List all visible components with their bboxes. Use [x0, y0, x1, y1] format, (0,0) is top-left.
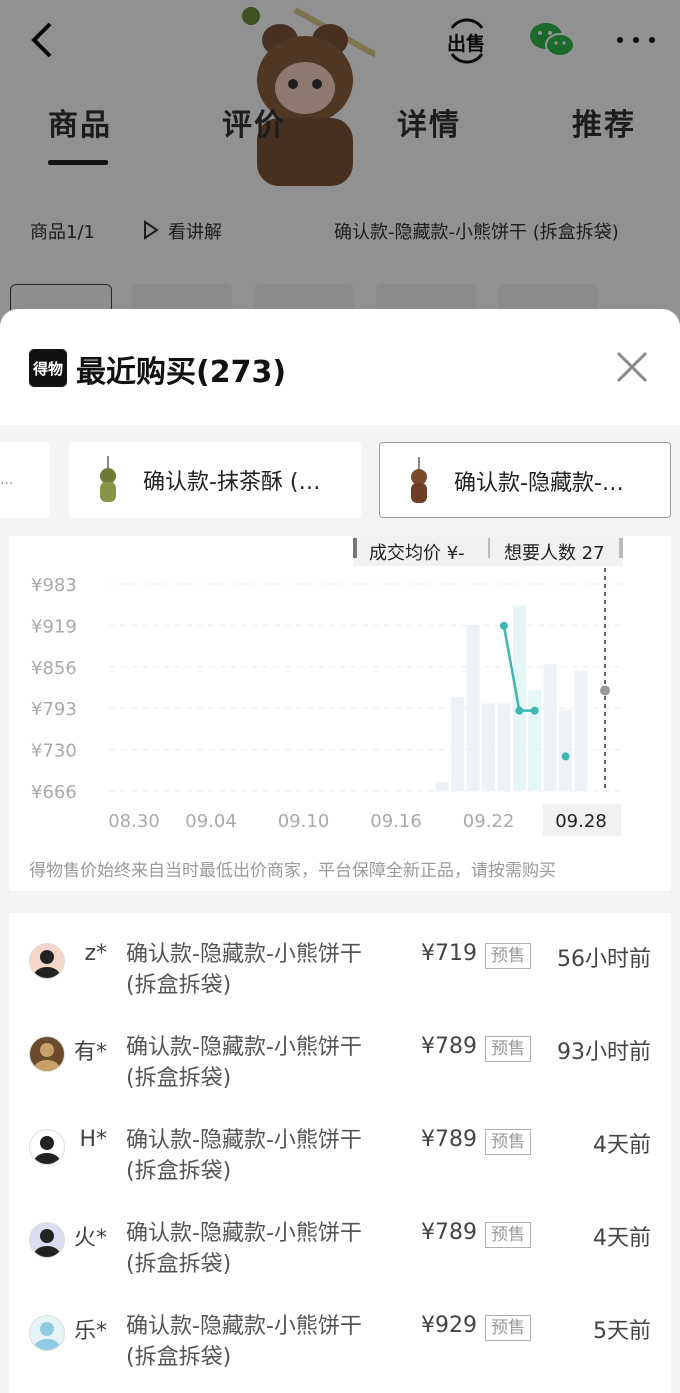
variant-card-selected[interactable]: 确认款-隐藏款-… — [379, 442, 671, 518]
price-point — [561, 752, 570, 761]
record-price: ¥789 — [421, 1034, 477, 1059]
y-tick-label: ¥856 — [31, 658, 77, 679]
close-icon[interactable] — [612, 347, 652, 387]
purchase-record-row: 火* 确认款-隐藏款-小熊饼干 (拆盒拆袋) ¥789 预售 4天前 — [9, 1214, 671, 1304]
record-product: 确认款-隐藏款-小熊饼干 (拆盒拆袋) — [126, 1314, 362, 1370]
record-price: ¥719 — [421, 941, 477, 966]
matcha-toy-thumbnail — [100, 456, 116, 502]
variant-label: 确认款-抹茶酥 (… — [143, 470, 321, 495]
record-time: 4天前 — [593, 1133, 651, 1158]
record-price: ¥789 — [421, 1127, 477, 1152]
x-tick-label: 09.28 — [555, 811, 607, 832]
presale-badge: 预售 — [485, 1315, 531, 1341]
avatar-image — [34, 950, 60, 978]
volume-bar — [528, 690, 542, 791]
purchase-record-row: 有* 确认款-隐藏款-小熊饼干 (拆盒拆袋) ¥789 预售 93小时前 — [9, 1028, 671, 1118]
volume-bar — [543, 664, 557, 791]
purchase-record-row: 乐* 确认款-隐藏款-小熊饼干 (拆盒拆袋) ¥929 预售 5天前 — [9, 1307, 671, 1393]
record-product: 确认款-隐藏款-小熊饼干 (拆盒拆袋) — [126, 1128, 362, 1184]
avatar-image — [34, 1322, 60, 1350]
bear-toy-thumbnail — [411, 457, 427, 503]
avatar-image — [34, 1136, 60, 1164]
record-price: ¥789 — [421, 1220, 477, 1245]
price-point — [530, 706, 539, 715]
y-tick-label: ¥793 — [31, 699, 77, 720]
variant-card[interactable]: 确认款-抹茶酥 (… — [69, 442, 361, 518]
purchase-record-row: z* 确认款-隐藏款-小熊饼干 (拆盒拆袋) ¥719 预售 56小时前 — [9, 935, 671, 1025]
buyer-avatar — [29, 1315, 65, 1351]
presale-badge: 预售 — [485, 1036, 531, 1062]
buyer-name: 乐* — [73, 1319, 107, 1344]
buyer-avatar — [29, 1036, 65, 1072]
x-tick-label: 09.04 — [185, 811, 237, 832]
record-time: 5天前 — [593, 1319, 651, 1344]
y-tick-label: ¥919 — [31, 616, 77, 637]
avatar-image — [34, 1043, 60, 1071]
variant-partial-text: ... — [0, 472, 14, 488]
purchase-record-list: z* 确认款-隐藏款-小熊饼干 (拆盒拆袋) ¥719 预售 56小时前有* 确认款-隐藏… — [9, 913, 671, 1393]
record-time: 56小时前 — [557, 947, 651, 972]
volume-bar — [466, 625, 480, 791]
selected-point-marker — [600, 685, 610, 696]
volume-bar — [435, 781, 449, 791]
presale-badge: 预售 — [485, 943, 531, 969]
buyer-avatar — [29, 1222, 65, 1258]
buyer-name: 火* — [73, 1226, 107, 1251]
price-point — [515, 706, 524, 715]
x-tick-label: 09.22 — [463, 811, 515, 832]
x-tick-label: 09.16 — [370, 811, 422, 832]
presale-badge: 预售 — [485, 1222, 531, 1248]
record-time: 93小时前 — [557, 1040, 651, 1065]
recent-purchases-sheet: 得物 最近购买(273) ... 确认款-抹茶酥 (… 确认款-隐藏款-… 成交… — [0, 309, 680, 1393]
product-page-background: 出售 商品 评价 详情 推荐 商品1/1 看讲解 确认款-隐藏款-小熊饼干 (拆… — [0, 0, 680, 346]
volume-bar — [497, 703, 511, 791]
buyer-name: H* — [79, 1127, 107, 1152]
variant-card-partial[interactable]: ... — [0, 442, 50, 518]
purchase-record-row: H* 确认款-隐藏款-小熊饼干 (拆盒拆袋) ¥789 预售 4天前 — [9, 1121, 671, 1211]
buyer-avatar — [29, 1129, 65, 1165]
dewu-logo: 得物 — [29, 349, 67, 387]
volume-bar — [512, 605, 526, 791]
buyer-avatar — [29, 943, 65, 979]
record-product: 确认款-隐藏款-小熊饼干 (拆盒拆袋) — [126, 1221, 362, 1277]
record-price: ¥929 — [421, 1313, 477, 1338]
record-product: 确认款-隐藏款-小熊饼干 (拆盒拆袋) — [126, 942, 362, 998]
sheet-header: 得物 最近购买(273) — [0, 309, 680, 425]
volume-bar — [451, 696, 465, 791]
modal-dim-overlay[interactable] — [0, 0, 680, 330]
buyer-name: 有* — [73, 1040, 107, 1065]
price-chart-card: 成交均价 ¥- 想要人数 27 ¥983 ¥919 ¥856 ¥793 ¥730 ¥666… — [9, 536, 671, 891]
buyer-name: z* — [84, 941, 107, 966]
x-tick-label: 08.30 — [108, 811, 160, 832]
x-tick-label: 09.10 — [278, 811, 330, 832]
presale-badge: 预售 — [485, 1129, 531, 1155]
price-chart[interactable]: ¥983 ¥919 ¥856 ¥793 ¥730 ¥666 08.30 09.04 09.10 0… — [9, 536, 671, 846]
y-tick-label: ¥666 — [31, 782, 77, 803]
volume-bar — [574, 670, 588, 791]
sheet-title: 最近购买(273) — [76, 355, 287, 390]
variant-label: 确认款-隐藏款-… — [454, 471, 624, 496]
y-tick-label: ¥730 — [31, 741, 77, 762]
price-point — [499, 621, 508, 630]
record-time: 4天前 — [593, 1226, 651, 1251]
record-product: 确认款-隐藏款-小熊饼干 (拆盒拆袋) — [126, 1035, 362, 1091]
volume-bar — [559, 710, 573, 791]
avatar-image — [34, 1229, 60, 1257]
y-tick-label: ¥983 — [31, 575, 77, 596]
price-disclaimer: 得物售价始终来自当时最低出价商家，平台保障全新正品，请按需购买 — [29, 861, 556, 881]
volume-bar — [482, 703, 496, 791]
